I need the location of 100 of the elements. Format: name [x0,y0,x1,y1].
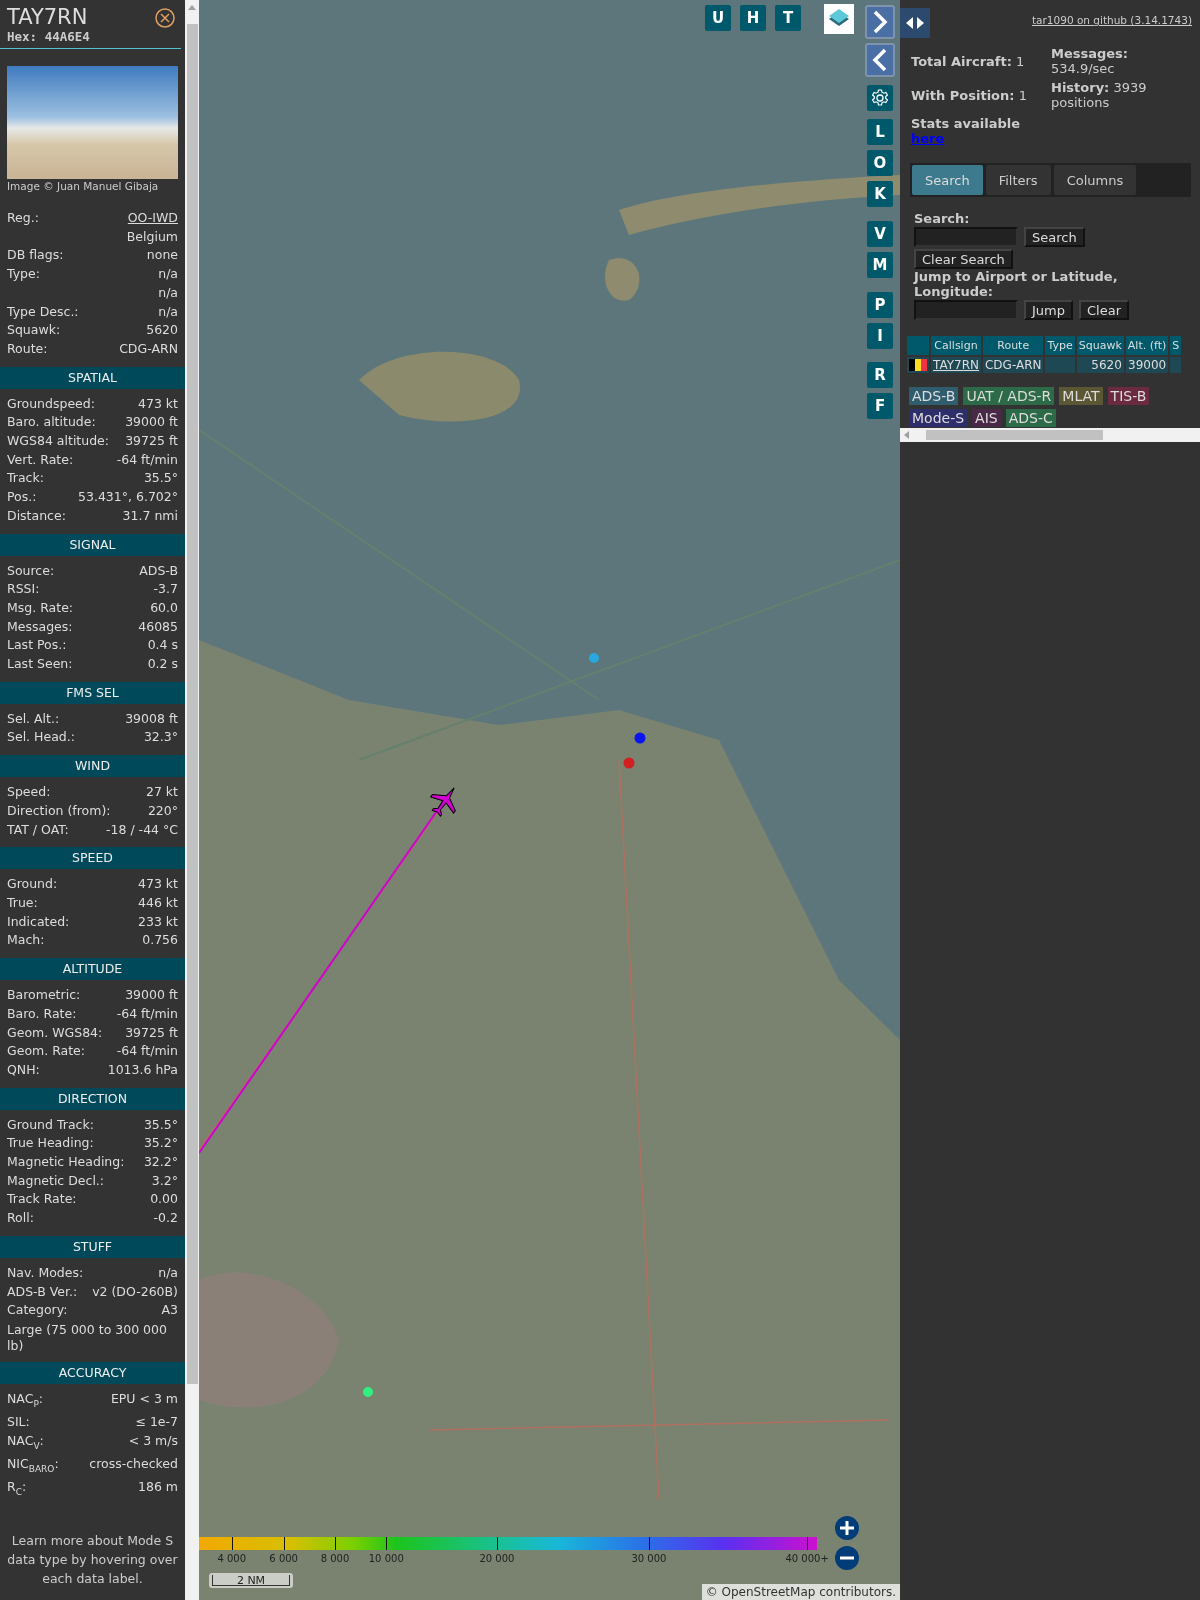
map-toggle-button[interactable]: I [867,323,893,349]
search-button[interactable]: Search [1024,227,1085,247]
map-toggle-button[interactable]: L [867,119,893,145]
field-label: Geom. WGS84: [7,1023,103,1042]
field-value: 0.756 [142,931,178,950]
map-toggle-button[interactable]: M [867,252,893,278]
map-toggle-button[interactable]: P [867,292,893,318]
field-value: 0.2 s [147,655,178,674]
field-label: WGS84 altitude: [7,432,110,451]
field-label: Sel. Head.: [7,728,75,747]
horizontal-scrollbar[interactable] [900,428,1200,442]
field-value: -18 / -44 °C [106,820,178,839]
field-value: < 3 m/s [128,1431,178,1450]
minus-icon [839,1556,855,1560]
field-label: Baro. altitude: [7,413,96,432]
next-button[interactable] [865,5,895,39]
map-toggle-button[interactable]: V [867,221,893,247]
field-label: R$_{C}$: [7,1478,27,1499]
section-header: STUFF [0,1235,185,1258]
callsign-link[interactable]: TAY7RN [931,357,981,373]
map-toggle-button[interactable]: T [775,5,801,31]
altitude-label: 6 000 [269,1553,298,1564]
field-label: Barometric: [7,986,81,1005]
field-value: 60.0 [150,598,178,617]
clear-search-button[interactable]: Clear Search [914,249,1013,269]
altitude-label: 10 000 [368,1553,404,1564]
field-value: 1013.6 hPa [107,1060,178,1079]
field-value: n/a [158,283,178,302]
jump-field[interactable] [914,300,1018,320]
field-label: Magnetic Heading: [7,1153,125,1171]
stats-note: Stats available [911,116,1021,131]
field-label: Squawk: [7,321,61,340]
field-value: 473 kt [138,875,178,894]
stat-text: Messages: 534.9/sec [1051,46,1130,76]
source-tag: UAT / ADS-R [963,387,1055,405]
field-label: Pos.: [7,488,37,507]
search-field[interactable] [914,227,1018,247]
column-header[interactable]: Route [982,336,1044,355]
altitude-label: 40 000+ [785,1553,829,1564]
field-value: 35.5° [143,469,178,488]
layers-button[interactable] [824,4,854,34]
settings-button[interactable] [867,85,893,111]
column-header[interactable]: Type [1045,336,1075,355]
chevron-left-icon [872,48,888,72]
field-label: Mach: [7,931,45,950]
field-value: A3 [161,1301,178,1320]
field-label: Ground Track: [7,1115,94,1134]
field-label: Last Pos.: [7,636,67,655]
section-header: ACCURACY [0,1361,185,1384]
jump-label: Jump to Airport or Latitude, Longitude: [914,269,1119,299]
panel-toggle-button[interactable] [900,7,930,38]
hex-label: Hex: [7,29,38,44]
previous-button[interactable] [865,43,895,77]
map-toggle-button[interactable]: F [867,393,893,419]
field-value: ADS-B [139,561,178,580]
close-icon[interactable] [155,8,175,28]
stat-text: Total Aircraft: 1 [911,53,1025,69]
field-value: none [146,246,178,265]
search-label: Search: [914,211,971,226]
field-label: True Heading: [7,1134,94,1153]
field-label: Type: [7,265,40,284]
map-toggle-button[interactable]: O [867,150,893,176]
plus-icon [839,1520,855,1536]
column-header[interactable]: Squawk [1076,336,1124,355]
field-label: Messages: [7,617,73,636]
attribution-link[interactable]: OpenStreetMap [721,1585,816,1599]
field-label: Geom. Rate: [7,1042,86,1061]
field-value: 39008 ft [125,709,178,728]
field-label: Source: [7,561,55,580]
registration-link[interactable]: OO-IWD [127,209,178,228]
field-label: QNH: [7,1060,40,1079]
map-toggle-button[interactable]: R [867,362,893,388]
jump-button[interactable]: Jump [1024,300,1073,320]
field-value: Belgium [126,227,178,246]
clear-button[interactable]: Clear [1079,300,1129,320]
map-toggle-button[interactable]: K [867,181,893,207]
tab[interactable]: Filters [985,165,1051,195]
section-header: SPEED [0,847,185,870]
source-tag: ADS-C [1005,409,1056,427]
field-label: True: [7,894,38,912]
field-label: Route: [7,339,48,358]
vertical-scrollbar[interactable] [185,0,199,1600]
column-header[interactable]: Alt. (ft) [1125,336,1169,355]
altitude-label: 4 000 [217,1553,247,1564]
column-header[interactable]: Callsign [931,336,981,355]
map-toggle-button[interactable]: H [740,5,766,31]
field-value: 31.7 nmi [122,506,178,525]
field-value: 0.00 [150,1190,178,1209]
field-label: Vert. Rate: [7,450,74,469]
settings-icon [870,88,890,108]
section-header: DIRECTION [0,1087,185,1110]
field-label: Type Desc.: [7,302,79,321]
field-value: -64 ft/min [116,1042,178,1061]
tab[interactable]: Columns [1053,165,1137,195]
tab[interactable]: Search [912,165,983,195]
version-link[interactable]: tar1090 on github (3.14.1743) [1032,14,1192,26]
map-toggle-button[interactable]: U [705,5,731,31]
aircraft-icon[interactable] [430,787,456,817]
field-label: NIC$_{BARO}$: [7,1455,59,1476]
column-header[interactable]: S [1170,336,1182,355]
